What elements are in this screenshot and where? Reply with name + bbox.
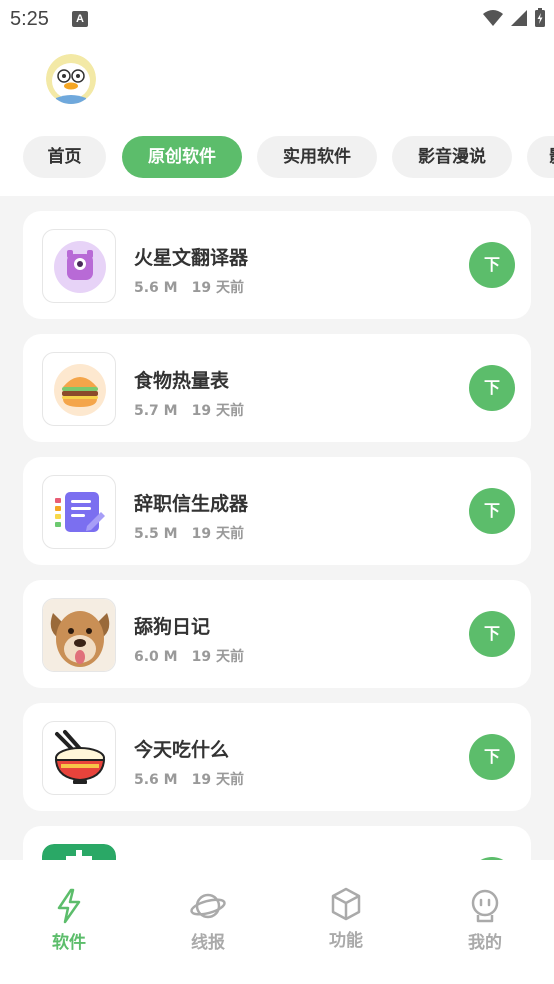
- status-time: 5:25: [10, 8, 49, 30]
- app-icon: [42, 229, 116, 303]
- nav-label: 功能: [329, 931, 363, 951]
- app-size: 6.0 M: [134, 649, 178, 665]
- app-time: 19 天前: [191, 280, 244, 296]
- cube-icon: [331, 887, 361, 921]
- planet-icon: [190, 893, 226, 919]
- battery-icon: [535, 8, 545, 27]
- app-icon: [42, 352, 116, 426]
- app-meta: 6.0 M 19 天前: [134, 646, 244, 666]
- status-icons: [482, 8, 546, 28]
- app-meta: 5.6 M 19 天前: [134, 277, 244, 297]
- app-icon: [42, 844, 116, 860]
- download-button[interactable]: 下: [469, 242, 515, 288]
- nav-features[interactable]: 功能: [301, 886, 391, 966]
- monster-icon: [54, 241, 106, 293]
- duck-avatar-icon: [46, 54, 96, 104]
- app-size: 5.6 M: [134, 772, 178, 788]
- app-icon: [42, 598, 116, 672]
- app-name: 火星文翻译器: [134, 247, 249, 269]
- nav-label: 线报: [191, 933, 225, 953]
- app-card[interactable]: 辞职信生成器 5.5 M 19 天前 下: [23, 457, 531, 565]
- bottom-nav: 软件 线报 功能 我的: [0, 860, 554, 984]
- notification-icon: A: [72, 11, 88, 27]
- download-button[interactable]: 下: [469, 488, 515, 534]
- avatar[interactable]: [46, 54, 96, 104]
- tab-media[interactable]: 影音漫说: [392, 136, 512, 178]
- app-card[interactable]: 食物热量表 5.7 M 19 天前 下: [23, 334, 531, 442]
- app-card[interactable]: [23, 826, 531, 860]
- app-name: 食物热量表: [134, 370, 230, 392]
- nav-news[interactable]: 线报: [163, 888, 253, 968]
- signal-icon: [511, 10, 527, 26]
- app-card[interactable]: 舔狗日记 6.0 M 19 天前 下: [23, 580, 531, 688]
- app-time: 19 天前: [191, 403, 244, 419]
- app-time: 19 天前: [191, 649, 244, 665]
- download-button[interactable]: 下: [469, 365, 515, 411]
- wifi-icon: [483, 10, 503, 26]
- tab-home[interactable]: 首页: [23, 136, 106, 178]
- app-name: 舔狗日记: [134, 616, 211, 638]
- download-button[interactable]: 下: [469, 734, 515, 780]
- app-size: 5.6 M: [134, 280, 178, 296]
- nav-label: 我的: [468, 933, 502, 953]
- app-size: 5.5 M: [134, 526, 178, 542]
- app-card[interactable]: 火星文翻译器 5.6 M 19 天前 下: [23, 211, 531, 319]
- app-icon: [42, 721, 116, 795]
- download-button[interactable]: 下: [469, 611, 515, 657]
- app-meta: 5.7 M 19 天前: [134, 400, 244, 420]
- tab-utility-software[interactable]: 实用软件: [257, 136, 377, 178]
- dog-icon: [43, 599, 115, 671]
- category-tabs: 首页 原创软件 实用软件 影音漫说 影: [0, 136, 554, 178]
- app-card[interactable]: 今天吃什么 5.6 M 19 天前 下: [23, 703, 531, 811]
- nav-mine[interactable]: 我的: [440, 888, 530, 968]
- partial-app-icon: [42, 844, 116, 860]
- lightning-icon: [57, 888, 81, 924]
- tab-partial[interactable]: 影: [527, 136, 554, 178]
- rice-bowl-icon: [54, 730, 106, 784]
- app-time: 19 天前: [191, 772, 244, 788]
- app-size: 5.7 M: [134, 403, 178, 419]
- document-edit-icon: [55, 492, 105, 532]
- status-bar: 5:25 A: [0, 0, 554, 36]
- nav-label: 软件: [52, 933, 86, 953]
- burger-icon: [54, 364, 106, 416]
- app-meta: 5.5 M 19 天前: [134, 523, 244, 543]
- tab-original-software[interactable]: 原创软件: [122, 136, 242, 178]
- header-area: 5:25 A 首页 原创软件 实用软件 影音漫说: [0, 0, 554, 196]
- nav-software[interactable]: 软件: [24, 888, 114, 968]
- robot-icon: [471, 889, 499, 923]
- app-icon: [42, 475, 116, 549]
- app-name: 辞职信生成器: [134, 493, 249, 515]
- app-name: 今天吃什么: [134, 739, 230, 761]
- app-time: 19 天前: [191, 526, 244, 542]
- app-list: 火星文翻译器 5.6 M 19 天前 下 食物热量表 5.7 M 19 天前 下: [0, 196, 554, 860]
- app-meta: 5.6 M 19 天前: [134, 769, 244, 789]
